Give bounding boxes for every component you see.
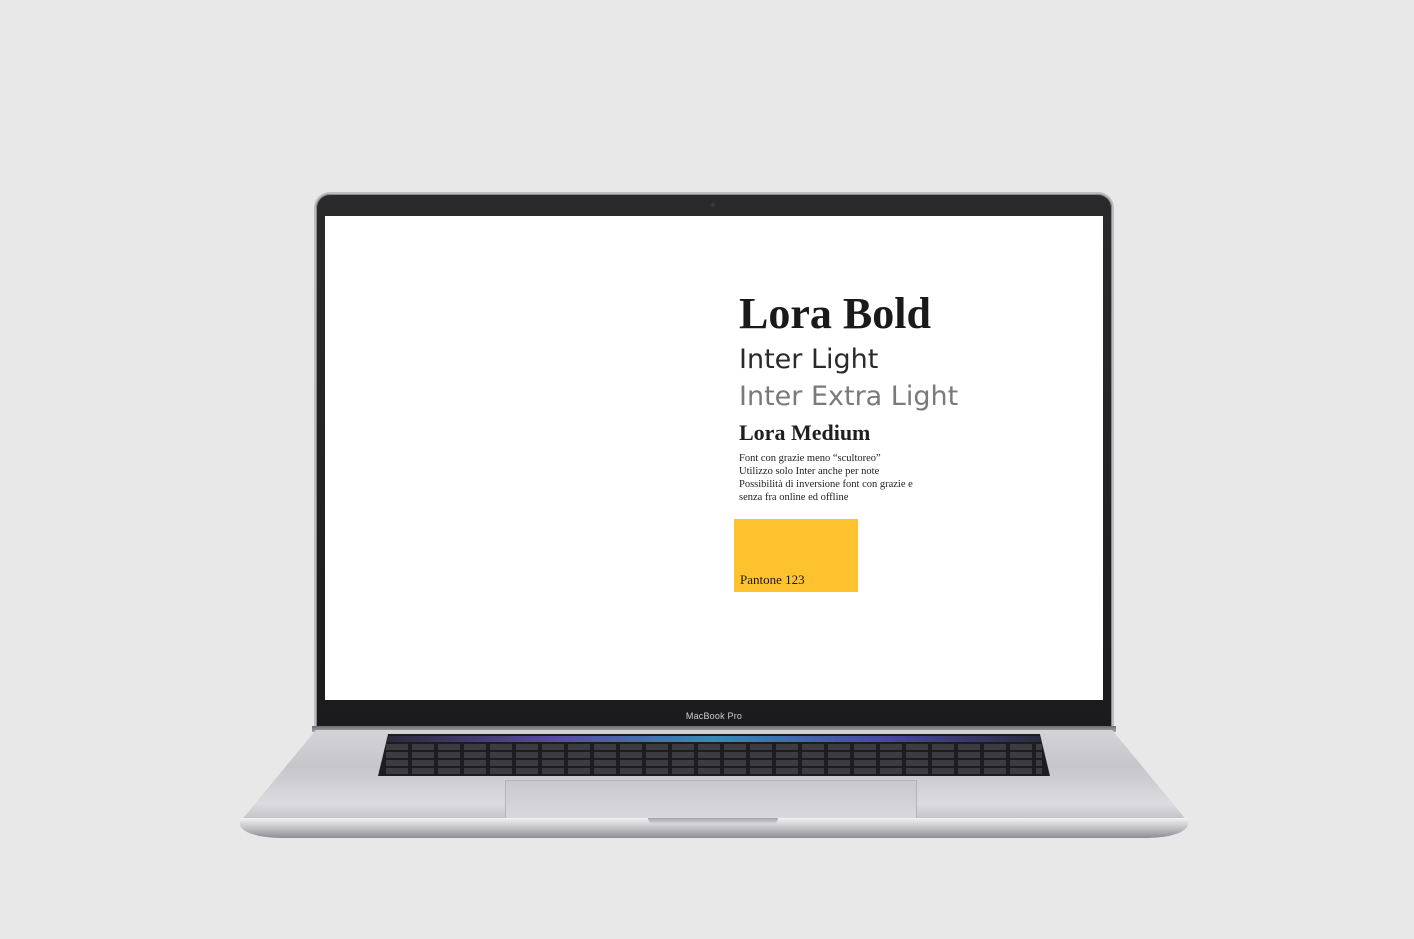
camera-icon [711,203,715,207]
lid-opening-notch [648,818,778,824]
font-sample-inter-light: Inter Light [739,344,879,375]
color-swatch: Pantone 123 [734,519,858,592]
typography-specimen: Lora Bold Inter Light Inter Extra Light … [739,288,1079,504]
laptop-lid: Lora Bold Inter Light Inter Extra Light … [316,194,1112,728]
swatch-label: Pantone 123 [740,572,805,587]
font-sample-inter-extra-light: Inter Extra Light [739,381,959,412]
touch-bar [386,736,1042,742]
note-line: senza fra online ed offline [739,492,849,503]
font-notes: Font con grazie meno “scultoreo” Utilizz… [739,452,1079,504]
note-line: Font con grazie meno “scultoreo” [739,453,881,464]
note-line: Possibilità di inversione font con grazi… [739,479,913,490]
keyboard-row [386,768,1042,774]
keyboard-row [386,744,1042,750]
keyboard-row [386,752,1042,758]
bezel-label: MacBook Pro [685,711,743,721]
trackpad [505,780,917,818]
font-sample-lora-medium: Lora Medium [739,420,871,445]
laptop-screen: Lora Bold Inter Light Inter Extra Light … [325,216,1103,700]
keyboard-row [386,760,1042,766]
keyboard [378,734,1050,776]
note-line: Utilizzo solo Inter anche per note [739,466,880,477]
font-sample-lora-bold: Lora Bold [739,289,931,338]
